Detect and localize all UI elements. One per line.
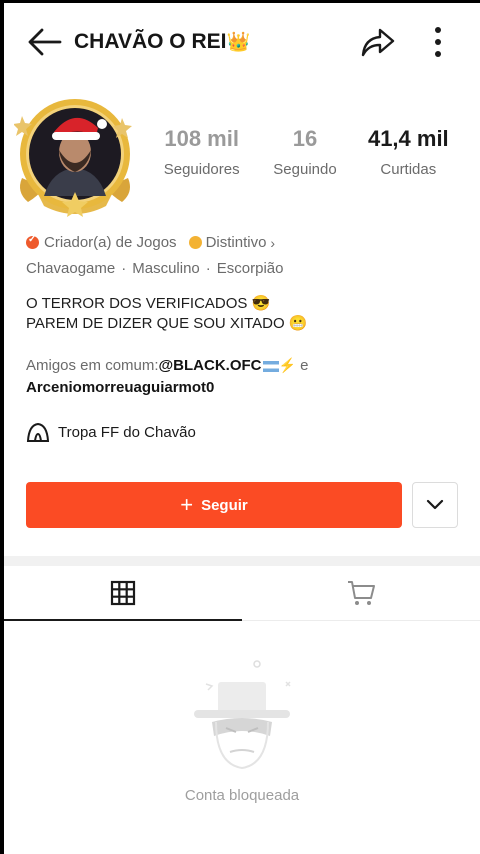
more-vertical-icon[interactable]: [424, 24, 452, 60]
mutual-connector: e: [300, 357, 309, 374]
mutual-friends: Amigos em comum:@BLACK.OFC ⚡ e Arceniomor…: [26, 354, 308, 399]
profile-badges: Criador(a) de Jogos Distintivo ›: [26, 234, 275, 251]
bio-line: PAREM DE DIZER QUE SOU XITADO 😬: [26, 315, 308, 332]
mutual-friend-link[interactable]: Arceniomorreuaguiarmot0: [26, 379, 214, 396]
section-divider: [4, 556, 480, 566]
distinction-link[interactable]: Distintivo: [206, 234, 267, 251]
meta-separator: ·: [205, 260, 211, 277]
suggestions-dropdown-button[interactable]: [412, 482, 458, 528]
lightning-icon: ⚡: [278, 357, 296, 373]
creator-badge-icon: [26, 234, 39, 249]
meta-separator: ·: [121, 260, 127, 277]
likes-label: Curtidas: [380, 161, 437, 178]
meta-sign: Escorpião: [216, 260, 284, 277]
followers-label: Seguidores: [163, 161, 240, 178]
following-count: 16: [292, 126, 318, 151]
avatar[interactable]: [13, 96, 136, 220]
stat-followers[interactable]: 108 mil Seguidores: [150, 126, 253, 178]
grid-icon: [110, 580, 136, 606]
share-arrow-icon[interactable]: [360, 24, 396, 60]
mutual-friend-link[interactable]: @BLACK.OFC: [159, 357, 262, 374]
meta-gender: Masculino: [132, 260, 200, 277]
bio-line: O TERROR DOS VERIFICADOS 😎: [26, 295, 271, 312]
content-tabs: [4, 566, 480, 621]
chevron-down-icon: [426, 499, 444, 510]
tab-shop[interactable]: [242, 566, 480, 620]
top-bar: CHAVÃO O REI👑: [4, 0, 480, 86]
blocked-account-illustration: [186, 656, 298, 776]
follow-label: Seguir: [201, 496, 248, 514]
flag-icon: [262, 360, 279, 372]
profile-name: CHAVÃO O REI: [74, 30, 227, 53]
group-link[interactable]: Tropa FF do Chavão: [26, 421, 196, 443]
arrow-left-icon[interactable]: [26, 27, 62, 57]
group-name: Tropa FF do Chavão: [58, 423, 196, 441]
mutual-prefix: Amigos em comum:: [26, 357, 159, 374]
profile-meta: Chavaogame · Masculino · Escorpião: [26, 260, 283, 277]
cart-icon: [348, 581, 375, 605]
page-title: CHAVÃO O REI👑: [74, 30, 250, 54]
stat-following[interactable]: 16 Seguindo: [253, 126, 356, 178]
creator-badge-label: Criador(a) de Jogos: [44, 234, 177, 251]
screen-edge: [0, 0, 4, 854]
followers-count: 108 mil: [164, 126, 239, 151]
stat-likes[interactable]: 41,4 mil Curtidas: [357, 126, 460, 178]
group-tent-icon: [26, 422, 50, 442]
crown-emoji: 👑: [226, 32, 251, 53]
empty-state-text: Conta bloqueada: [184, 787, 300, 804]
plus-icon: +: [180, 492, 194, 517]
profile-stats: 108 mil Seguidores 16 Seguindo 41,4 mil …: [150, 126, 460, 178]
likes-count: 41,4 mil: [367, 126, 449, 151]
meta-username: Chavaogame: [26, 260, 116, 277]
follow-button[interactable]: + Seguir: [26, 482, 402, 528]
following-label: Seguindo: [273, 161, 337, 178]
active-tab-indicator: [4, 619, 242, 621]
profile-bio: O TERROR DOS VERIFICADOS 😎 PAREM DE DIZE…: [26, 294, 307, 334]
coin-icon: [188, 236, 202, 249]
tab-videos[interactable]: [4, 566, 242, 620]
chevron-right-icon: ›: [270, 234, 276, 251]
